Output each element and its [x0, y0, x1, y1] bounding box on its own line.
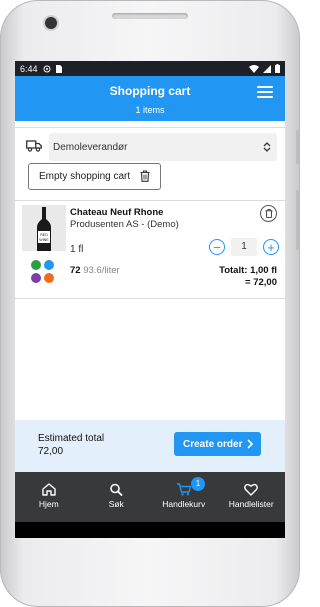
eco-badge-icon	[31, 260, 41, 270]
home-icon	[42, 483, 56, 496]
chevron-right-icon	[247, 439, 253, 449]
menu-icon[interactable]	[257, 86, 273, 98]
phone-frame: 6:44 Shopping cart 1 items Demoleverandø…	[0, 0, 300, 607]
supplier-select[interactable]: Demoleverandør	[49, 133, 277, 161]
empty-cart-label: Empty shopping cart	[39, 171, 131, 182]
total-amount: = 72,00	[245, 277, 277, 288]
tab-label: Hjem	[38, 499, 59, 509]
trash-icon	[140, 170, 150, 182]
sim-card-icon	[55, 64, 62, 73]
empty-cart-button[interactable]: Empty shopping cart	[28, 163, 161, 190]
battery-icon	[275, 64, 280, 73]
search-icon	[110, 483, 123, 496]
system-nav-bar	[15, 522, 285, 538]
increase-quantity-button[interactable]: +	[263, 239, 279, 255]
info-badge-icon	[44, 260, 54, 270]
tab-label: Handlelister	[228, 499, 274, 509]
tab-label: Handlekurv	[162, 499, 206, 509]
diamond-badge-icon	[31, 273, 41, 283]
cart-count-badge: 1	[191, 477, 205, 491]
app-screen: 6:44 Shopping cart 1 items Demoleverandø…	[15, 61, 285, 538]
decrease-quantity-button[interactable]: −	[209, 239, 225, 255]
power-button	[296, 130, 299, 164]
remove-item-button[interactable]	[260, 205, 277, 222]
chevron-updown-icon	[263, 142, 271, 152]
price: 72 93.6/liter	[70, 265, 120, 276]
earpiece	[112, 13, 188, 19]
app-header: Shopping cart 1 items	[15, 76, 285, 121]
divider	[15, 200, 285, 201]
bottom-tab-bar: Hjem Søk 1 Handlekurv Handlelister	[15, 472, 285, 522]
trash-icon	[265, 209, 272, 218]
wifi-icon	[249, 64, 259, 73]
svg-text:WINE: WINE	[39, 238, 49, 242]
page-title: Shopping cart	[109, 84, 191, 98]
item-count: 1 items	[135, 105, 165, 115]
cart-item: RED WINE Chateau Neuf Rhone Produsenten …	[15, 202, 285, 298]
wine-bottle-icon: RED WINE	[37, 207, 51, 251]
supplier-select-value: Demoleverandør	[53, 141, 128, 153]
percent-badge-icon	[44, 273, 54, 283]
tab-cart[interactable]: 1 Handlekurv	[150, 472, 218, 522]
price-per-liter: 93.6/liter	[83, 265, 120, 276]
divider	[15, 298, 285, 299]
product-unit: 1 fl	[70, 244, 84, 255]
signal-icon	[263, 64, 271, 73]
status-bar: 6:44	[15, 61, 285, 76]
quantity-stepper: − 1 +	[209, 238, 279, 258]
tab-home[interactable]: Hjem	[15, 472, 83, 522]
order-summary: Estimated total 72,00 Create order	[15, 420, 285, 472]
volume-button	[296, 190, 299, 250]
heart-icon	[244, 483, 259, 496]
svg-text:RED: RED	[40, 233, 48, 237]
estimated-total-label: Estimated total	[38, 433, 105, 444]
status-time: 6:44	[20, 63, 38, 74]
tab-label: Søk	[108, 499, 124, 509]
front-camera	[45, 17, 57, 29]
create-order-button[interactable]: Create order	[174, 432, 261, 456]
product-name[interactable]: Chateau Neuf Rhone	[70, 207, 163, 218]
product-badges	[31, 260, 55, 288]
quantity-input[interactable]: 1	[231, 238, 257, 256]
estimated-total-value: 72,00	[38, 446, 64, 457]
supplier-row: Demoleverandør	[15, 127, 285, 167]
tab-search[interactable]: Søk	[83, 472, 151, 522]
unit-price: 72	[70, 265, 81, 276]
create-order-label: Create order	[183, 438, 243, 450]
total-units: Totalt: 1,00 fl	[219, 265, 277, 276]
cart-icon	[176, 483, 191, 496]
truck-icon	[26, 140, 42, 152]
settings-status-icon	[43, 65, 51, 72]
tab-shopping-lists[interactable]: Handlelister	[218, 472, 286, 522]
product-image: RED WINE	[22, 205, 66, 251]
product-producer: Produsenten AS - (Demo)	[70, 219, 179, 230]
